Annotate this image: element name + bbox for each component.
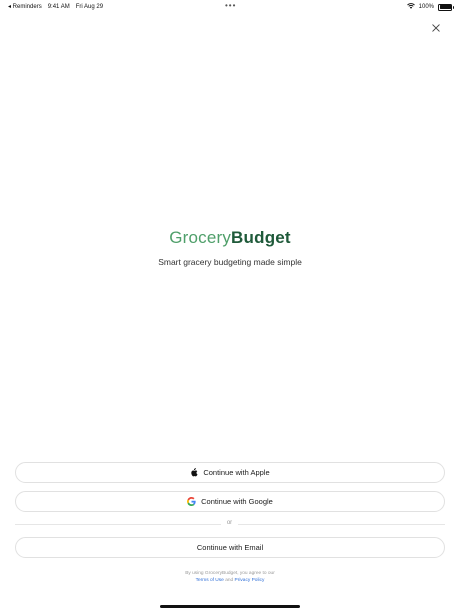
google-icon bbox=[187, 497, 196, 506]
close-button[interactable] bbox=[428, 20, 444, 36]
continue-with-google-button[interactable]: Continue with Google bbox=[15, 491, 445, 512]
apple-button-label: Continue with Apple bbox=[203, 468, 270, 477]
wifi-icon bbox=[406, 3, 415, 11]
brand-name-part2: Budget bbox=[231, 228, 291, 247]
battery-percent: 100% bbox=[418, 4, 434, 10]
home-indicator[interactable] bbox=[160, 605, 300, 608]
legal-and: and bbox=[225, 578, 234, 583]
legal-links: Terms of Use and Privacy Policy bbox=[0, 577, 460, 584]
status-left: ◂ Reminders 9:41 AM Fri Aug 29 bbox=[8, 3, 104, 11]
continue-with-email-button[interactable]: Continue with Email bbox=[15, 537, 445, 558]
brand-name-part1: Grocery bbox=[169, 228, 232, 247]
terms-of-use-link[interactable]: Terms of Use bbox=[196, 578, 224, 583]
email-button-label: Continue with Email bbox=[196, 543, 264, 552]
google-button-label: Continue with Google bbox=[201, 497, 273, 506]
status-time: 9:41 AM bbox=[47, 3, 70, 10]
multitask-dots[interactable]: ••• bbox=[225, 1, 236, 10]
status-right: 100% bbox=[406, 3, 454, 11]
continue-with-apple-button[interactable]: Continue with Apple bbox=[15, 462, 445, 483]
divider-line-left bbox=[15, 524, 221, 525]
divider-line-right bbox=[238, 524, 445, 525]
legal-prefix: By using GroceryBudget, you agree to our bbox=[185, 571, 275, 576]
back-to-app-link[interactable]: ◂ Reminders bbox=[8, 3, 42, 10]
app-logo-wordmark: GroceryBudget bbox=[0, 228, 460, 248]
battery-icon bbox=[438, 3, 454, 11]
apple-icon bbox=[191, 468, 198, 477]
status-bar: ◂ Reminders 9:41 AM Fri Aug 29 ••• 100% bbox=[0, 0, 460, 12]
divider-or: or bbox=[226, 520, 233, 526]
legal-notice: By using GroceryBudget, you agree to our… bbox=[0, 570, 460, 584]
close-icon bbox=[432, 24, 440, 32]
tagline: Smart gracery budgeting made simple bbox=[158, 257, 302, 267]
privacy-policy-link[interactable]: Privacy Policy bbox=[235, 578, 265, 583]
status-date: Fri Aug 29 bbox=[75, 3, 104, 10]
